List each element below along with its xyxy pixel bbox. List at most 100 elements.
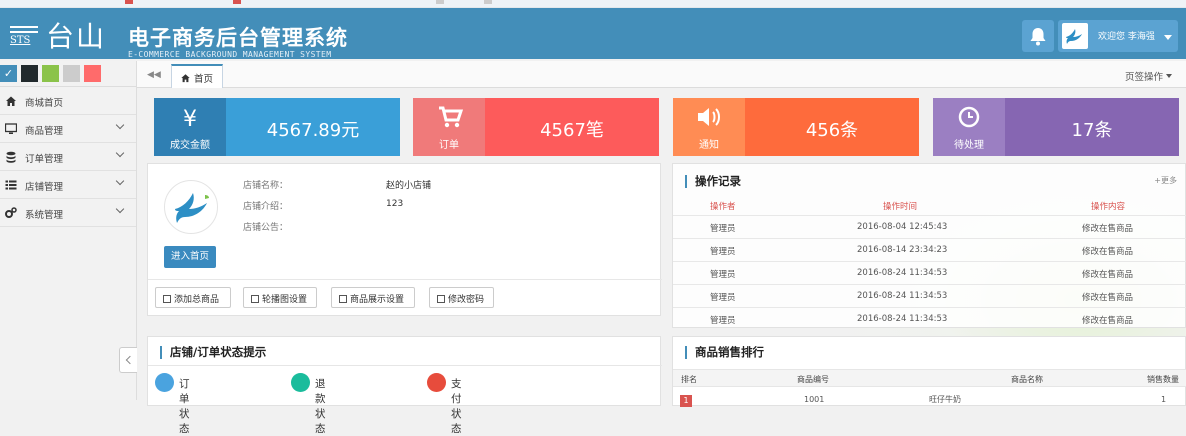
tab-home[interactable]: 首页 bbox=[171, 64, 223, 88]
notification-bell-button[interactable] bbox=[1022, 20, 1054, 52]
sidebar-item-products[interactable]: 商品管理 bbox=[0, 115, 136, 143]
user-greeting: 欢迎您 李海强 bbox=[1098, 32, 1155, 42]
chevron-down-icon bbox=[115, 148, 125, 158]
skin-red[interactable] bbox=[84, 65, 101, 82]
cell-content: 修改在售商品 bbox=[1082, 293, 1134, 303]
sidebar-item-label: 商品管理 bbox=[25, 126, 64, 137]
tab-operations-dropdown[interactable]: 页签操作 bbox=[1125, 69, 1173, 83]
shop-intro-value: 123 bbox=[386, 199, 404, 209]
logo: STS 台山 bbox=[6, 20, 106, 56]
sidebar-collapse-button[interactable] bbox=[119, 347, 137, 373]
status-panel: 店铺/订单状态提示 订单状态 退款状态 支付状态 bbox=[147, 336, 662, 435]
table-row: 管理员 2016-08-24 11:34:53 修改在售商品 bbox=[673, 284, 1186, 307]
cell-time: 2016-08-24 11:34:53 bbox=[857, 291, 948, 301]
shop-logo bbox=[164, 180, 218, 234]
stat-icon-box: 订单 bbox=[413, 98, 485, 156]
enter-home-button[interactable]: 进入首页 bbox=[164, 246, 216, 268]
stat-value: 456条 bbox=[805, 120, 859, 141]
stat-title: 订单 bbox=[439, 140, 459, 151]
shop-name-label: 店铺名称： bbox=[243, 181, 289, 191]
table-row: 管理员 2016-08-24 11:34:53 修改在售商品 bbox=[673, 307, 1186, 330]
browser-top-strip bbox=[0, 0, 1186, 8]
logo-text: 台山 bbox=[46, 20, 107, 53]
stat-icon-box: 待处理 bbox=[933, 98, 1005, 156]
bell-icon bbox=[1030, 28, 1046, 46]
button-label: 修改密码 bbox=[448, 295, 485, 305]
tab-operations-label: 页签操作 bbox=[1125, 72, 1164, 83]
add-product-button[interactable]: 添加总商品 bbox=[155, 287, 231, 308]
stat-value: 4567.89元 bbox=[266, 120, 360, 141]
cogs-icon bbox=[5, 207, 17, 218]
desktop-icon bbox=[5, 123, 17, 134]
user-menu[interactable]: 欢迎您 李海强 bbox=[1058, 20, 1178, 52]
skin-gray[interactable] bbox=[63, 65, 80, 82]
payment-status-icon bbox=[427, 373, 446, 392]
tab-bar: ◀◀ 首页 页签操作 bbox=[137, 61, 1186, 88]
stat-icon-box: 通知 bbox=[673, 98, 745, 156]
database-icon bbox=[6, 151, 16, 163]
cart-icon bbox=[439, 106, 464, 128]
sales-ranking-panel: 商品销售排行 排名 商品编号 商品名称 销售数量 1 1001 旺仔牛奶 1 bbox=[672, 336, 1186, 407]
column-header: 排名 bbox=[681, 375, 697, 384]
chevron-left-icon bbox=[125, 355, 135, 365]
button-label: 商品展示设置 bbox=[350, 295, 405, 305]
cell-time: 2016-08-14 23:34:23 bbox=[857, 245, 948, 255]
sidebar-item-home[interactable]: 商城首页 bbox=[0, 87, 136, 115]
skin-green[interactable] bbox=[42, 65, 59, 82]
button-label: 轮播图设置 bbox=[262, 295, 308, 305]
status-label: 退款状态 bbox=[315, 378, 326, 435]
shop-name-value: 赵的小店铺 bbox=[386, 181, 432, 191]
sidebar-item-shop[interactable]: 店铺管理 bbox=[0, 171, 136, 199]
shop-notice-label: 店铺公告： bbox=[243, 223, 289, 233]
edit-icon bbox=[251, 295, 259, 303]
panel-title: 商品销售排行 bbox=[685, 346, 764, 359]
chevron-down-icon bbox=[115, 176, 125, 186]
stat-card-orders[interactable]: 订单 4567笔 bbox=[413, 98, 659, 156]
table-row: 管理员 2016-08-14 23:34:23 修改在售商品 bbox=[673, 238, 1186, 261]
column-header: 操作内容 bbox=[1091, 202, 1126, 212]
cell-operator: 管理员 bbox=[710, 316, 736, 326]
refund-status-icon bbox=[291, 373, 310, 392]
order-status-icon bbox=[155, 373, 174, 392]
stat-card-pending[interactable]: 待处理 17条 bbox=[933, 98, 1179, 156]
stat-card-notices[interactable]: 通知 456条 bbox=[673, 98, 919, 156]
system-subtitle: E-COMMERCE BACKGROUND MANAGEMENT SYSTEM bbox=[128, 50, 332, 59]
product-display-settings-button[interactable]: 商品展示设置 bbox=[331, 287, 415, 308]
cell-operator: 管理员 bbox=[710, 270, 736, 280]
rank-badge: 1 bbox=[680, 395, 692, 407]
stat-icon-box: ¥ 成交金额 bbox=[154, 98, 226, 156]
clock-icon bbox=[958, 106, 980, 128]
more-link[interactable]: +更多 bbox=[1154, 175, 1177, 186]
top-header: STS 台山 电子商务后台管理系统 E-COMMERCE BACKGROUND … bbox=[0, 8, 1186, 59]
panel-title: 操作记录 bbox=[685, 175, 741, 188]
sidebar-item-label: 店铺管理 bbox=[25, 182, 64, 193]
logo-sts: STS bbox=[10, 35, 31, 46]
double-chevron-left-icon[interactable]: ◀◀ bbox=[147, 70, 161, 80]
avatar bbox=[1062, 23, 1088, 49]
sidebar-item-label: 订单管理 bbox=[25, 154, 64, 165]
sidebar: ✓ 商城首页 商品管理 订单管理 店铺管理 系统管理 bbox=[0, 61, 137, 400]
dove-icon bbox=[1066, 29, 1082, 44]
edit-icon bbox=[163, 295, 171, 303]
stat-title: 待处理 bbox=[954, 140, 984, 151]
operation-log-panel: 操作记录 +更多 操作者 操作时间 操作内容 管理员 2016-08-04 12… bbox=[672, 163, 1186, 328]
dove-icon bbox=[175, 193, 209, 223]
home-icon bbox=[181, 74, 190, 83]
cell-operator: 管理员 bbox=[710, 247, 736, 257]
change-password-button[interactable]: 修改密码 bbox=[429, 287, 494, 308]
divider bbox=[148, 279, 662, 280]
carousel-settings-button[interactable]: 轮播图设置 bbox=[243, 287, 317, 308]
skin-picker: ✓ bbox=[0, 61, 136, 87]
status-label: 支付状态 bbox=[451, 378, 462, 435]
cell-content: 修改在售商品 bbox=[1082, 247, 1134, 257]
stat-value: 17条 bbox=[1071, 120, 1113, 141]
stat-card-sales[interactable]: ¥ 成交金额 4567.89元 bbox=[154, 98, 400, 156]
sidebar-item-system[interactable]: 系统管理 bbox=[0, 199, 136, 227]
sidebar-item-orders[interactable]: 订单管理 bbox=[0, 143, 136, 171]
skin-blue[interactable]: ✓ bbox=[0, 65, 17, 82]
skin-dark[interactable] bbox=[21, 65, 38, 82]
home-icon bbox=[6, 96, 16, 106]
ranking-header: 排名 商品编号 商品名称 销售数量 bbox=[673, 369, 1186, 387]
cell-content: 修改在售商品 bbox=[1082, 224, 1134, 234]
edit-icon bbox=[339, 295, 347, 303]
